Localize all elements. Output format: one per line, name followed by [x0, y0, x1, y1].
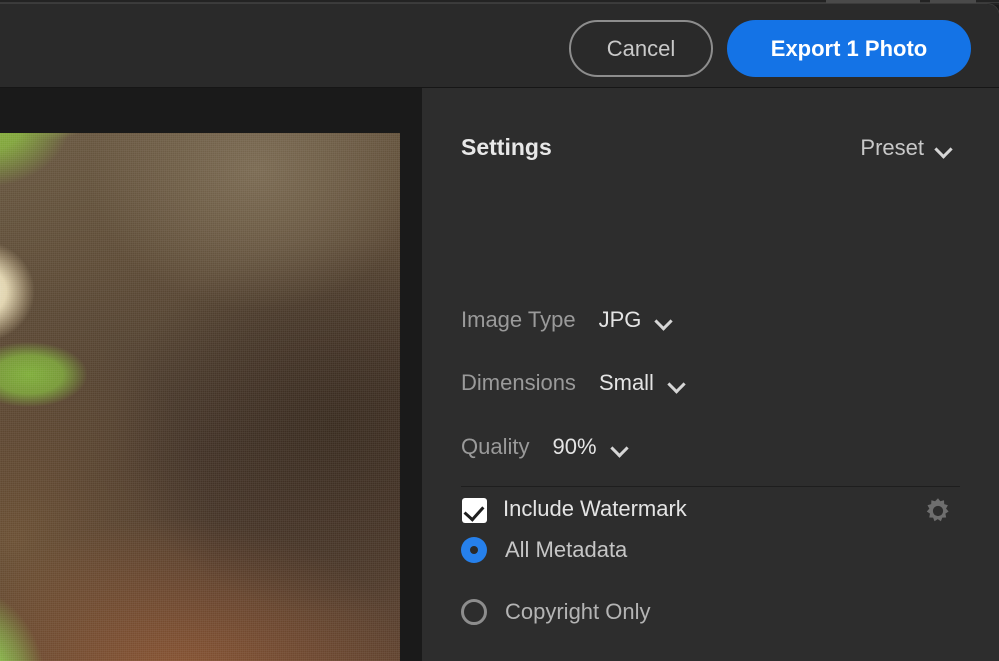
dimensions-row: Dimensions Small: [461, 368, 685, 398]
chevron-down-icon: [935, 143, 952, 153]
metadata-option-all-label: All Metadata: [505, 537, 627, 563]
chrome-tab-right: [930, 0, 976, 3]
checkmark-icon: [464, 500, 485, 521]
preset-dropdown[interactable]: Preset: [860, 135, 952, 161]
chrome-tab-left: [826, 0, 920, 3]
image-type-row: Image Type JPG: [461, 305, 672, 335]
image-type-value[interactable]: JPG: [599, 307, 642, 333]
quality-row: Quality 90%: [461, 432, 628, 462]
include-watermark-label[interactable]: Include Watermark: [503, 496, 687, 522]
radio-selected-icon: [461, 537, 487, 563]
photo-thumbnail: [0, 133, 400, 661]
chevron-down-icon[interactable]: [655, 315, 672, 325]
settings-title-row: Settings Preset: [461, 134, 961, 164]
dimensions-value[interactable]: Small: [599, 370, 654, 396]
checkbox-checked-icon[interactable]: [462, 498, 487, 523]
export-dialog-window: Cancel Export 1 Photo Settings Preset: [0, 0, 999, 661]
gear-icon[interactable]: [922, 495, 954, 527]
image-type-label: Image Type: [461, 307, 576, 333]
metadata-option-copyright[interactable]: Copyright Only: [461, 596, 651, 628]
settings-panel: Settings Preset Image Type JPG Dimension…: [422, 88, 999, 661]
metadata-option-all[interactable]: All Metadata: [461, 534, 627, 566]
preset-label: Preset: [860, 135, 924, 161]
dialog-header: Cancel Export 1 Photo: [0, 4, 999, 88]
export-photo-button[interactable]: Export 1 Photo: [727, 20, 971, 77]
chevron-down-icon[interactable]: [668, 378, 685, 388]
cancel-button[interactable]: Cancel: [569, 20, 713, 77]
photo-grain: [0, 133, 400, 661]
radio-unselected-icon: [461, 599, 487, 625]
metadata-option-copyright-label: Copyright Only: [505, 599, 651, 625]
settings-divider: [461, 486, 960, 487]
dimensions-label: Dimensions: [461, 370, 576, 396]
settings-title: Settings: [461, 134, 552, 161]
export-dialog: Cancel Export 1 Photo Settings Preset: [0, 4, 999, 661]
include-watermark-row: Include Watermark: [461, 493, 961, 529]
quality-label: Quality: [461, 434, 529, 460]
quality-value[interactable]: 90%: [552, 434, 596, 460]
chevron-down-icon[interactable]: [611, 442, 628, 452]
photo-preview-pane: [0, 88, 422, 661]
